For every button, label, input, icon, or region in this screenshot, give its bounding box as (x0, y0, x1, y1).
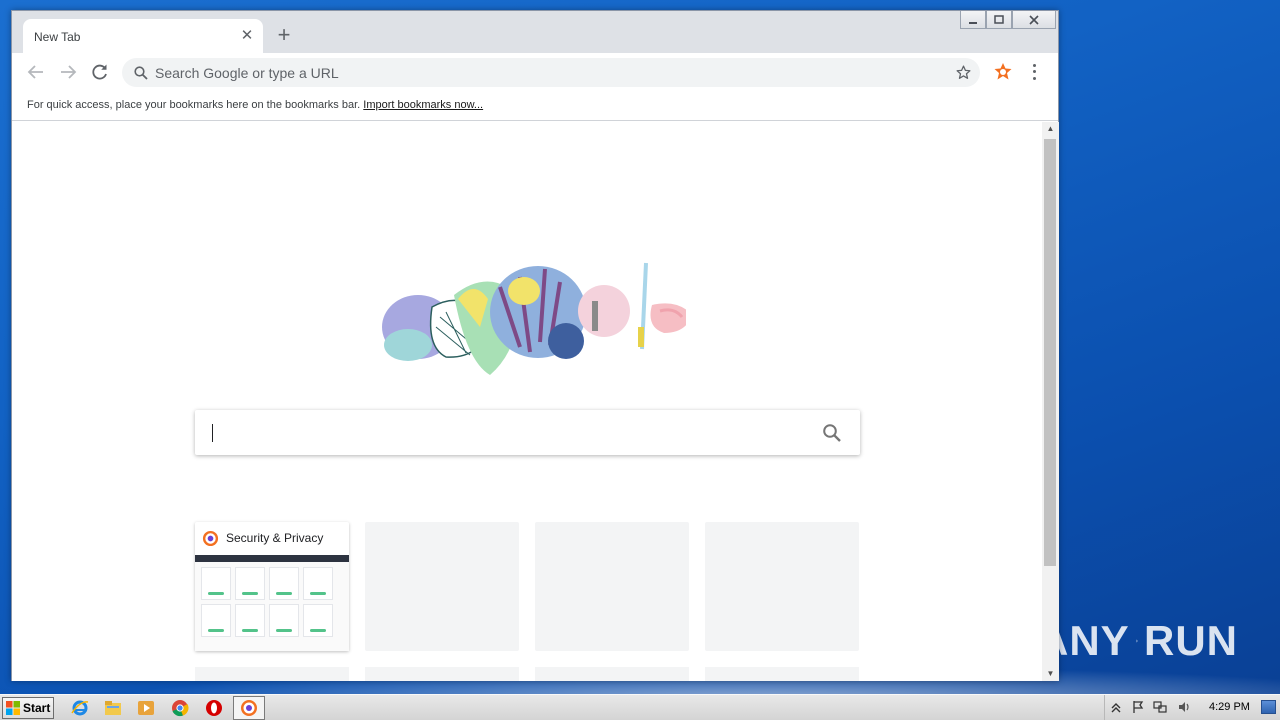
avast-browser-icon (241, 700, 257, 716)
arrow-left-icon (27, 65, 43, 79)
browser-window: New Tab ✕ + Search Google or type a URL … (11, 10, 1059, 681)
minimize-button[interactable] (960, 11, 986, 29)
play-logo-icon (1135, 639, 1138, 643)
shortcut-tile-placeholder (365, 667, 519, 681)
tile-thumbnail (195, 555, 349, 651)
ntp-search-input[interactable] (215, 410, 795, 455)
restore-button[interactable] (986, 11, 1012, 29)
tile-header: Security & Privacy (195, 522, 349, 554)
minimize-icon (969, 21, 977, 24)
restore-icon (994, 14, 1004, 24)
scroll-up-icon[interactable]: ▲ (1042, 122, 1059, 136)
new-tab-button[interactable]: + (274, 24, 294, 46)
bookmark-star-icon[interactable] (955, 64, 972, 81)
doodle-image[interactable] (370, 257, 686, 387)
watermark-text-right: RUN (1144, 617, 1238, 664)
taskbar: Start 4:29 PM (0, 694, 1280, 720)
tile-title: Security & Privacy (226, 531, 324, 545)
shortcut-tile-placeholder (705, 522, 859, 651)
file-explorer-icon[interactable] (104, 699, 122, 717)
opera-icon[interactable] (205, 699, 223, 717)
omnibox[interactable] (122, 58, 980, 87)
text-caret (212, 424, 213, 442)
import-bookmarks-link[interactable]: Import bookmarks now... (363, 99, 483, 111)
menu-kebab-icon[interactable] (1028, 62, 1040, 82)
close-icon (1029, 14, 1039, 25)
avast-security-icon (202, 530, 219, 546)
media-player-icon[interactable] (137, 699, 155, 717)
reload-button[interactable] (89, 61, 111, 83)
arrow-right-icon (61, 65, 77, 79)
back-button[interactable] (25, 61, 47, 83)
shortcut-tile-placeholder (705, 667, 859, 681)
forward-button[interactable] (57, 61, 79, 83)
search-icon[interactable] (822, 423, 842, 443)
windows-logo-icon (6, 701, 20, 715)
tab-strip: New Tab ✕ + (12, 11, 1058, 53)
vertical-scrollbar[interactable]: ▲ ▼ (1042, 122, 1059, 681)
new-tab-page: Security & Privacy (12, 122, 1042, 681)
tab-title: New Tab (34, 30, 81, 44)
ntp-search-box[interactable] (195, 410, 860, 455)
search-icon (134, 66, 148, 80)
taskbar-active-app[interactable] (233, 696, 265, 720)
scroll-down-icon[interactable]: ▼ (1042, 667, 1059, 681)
window-controls (960, 11, 1056, 29)
anyrun-watermark: ANY RUN (1038, 606, 1238, 676)
start-label: Start (23, 701, 51, 715)
shortcut-tile-placeholder (195, 667, 349, 681)
chevron-up-icon[interactable] (1109, 700, 1123, 714)
close-window-button[interactable] (1012, 11, 1056, 29)
clock[interactable]: 4:29 PM (1209, 701, 1250, 713)
internet-explorer-icon[interactable] (71, 699, 89, 717)
chrome-icon[interactable] (171, 699, 189, 717)
tab-new-tab[interactable]: New Tab ✕ (23, 19, 263, 53)
show-desktop-button[interactable] (1261, 700, 1276, 714)
network-icon[interactable] (1153, 700, 1167, 714)
scroll-thumb[interactable] (1044, 139, 1056, 566)
address-input[interactable] (155, 58, 935, 87)
toolbar (12, 53, 1058, 91)
bookmarks-bar-text: For quick access, place your bookmarks h… (27, 99, 361, 111)
shortcut-tile-placeholder (535, 522, 689, 651)
flag-icon[interactable] (1131, 700, 1145, 714)
shortcut-tile[interactable]: Security & Privacy (195, 522, 349, 651)
tab-close-icon[interactable]: ✕ (239, 28, 255, 44)
volume-icon[interactable] (1177, 700, 1191, 714)
shortcut-tile-placeholder (535, 667, 689, 681)
avast-extension-icon[interactable] (993, 62, 1013, 82)
bookmarks-bar: For quick access, place your bookmarks h… (12, 91, 1058, 121)
system-tray: 4:29 PM (1104, 695, 1280, 720)
shortcut-tile-placeholder (365, 522, 519, 651)
start-button[interactable]: Start (2, 697, 54, 719)
reload-icon (92, 64, 107, 80)
